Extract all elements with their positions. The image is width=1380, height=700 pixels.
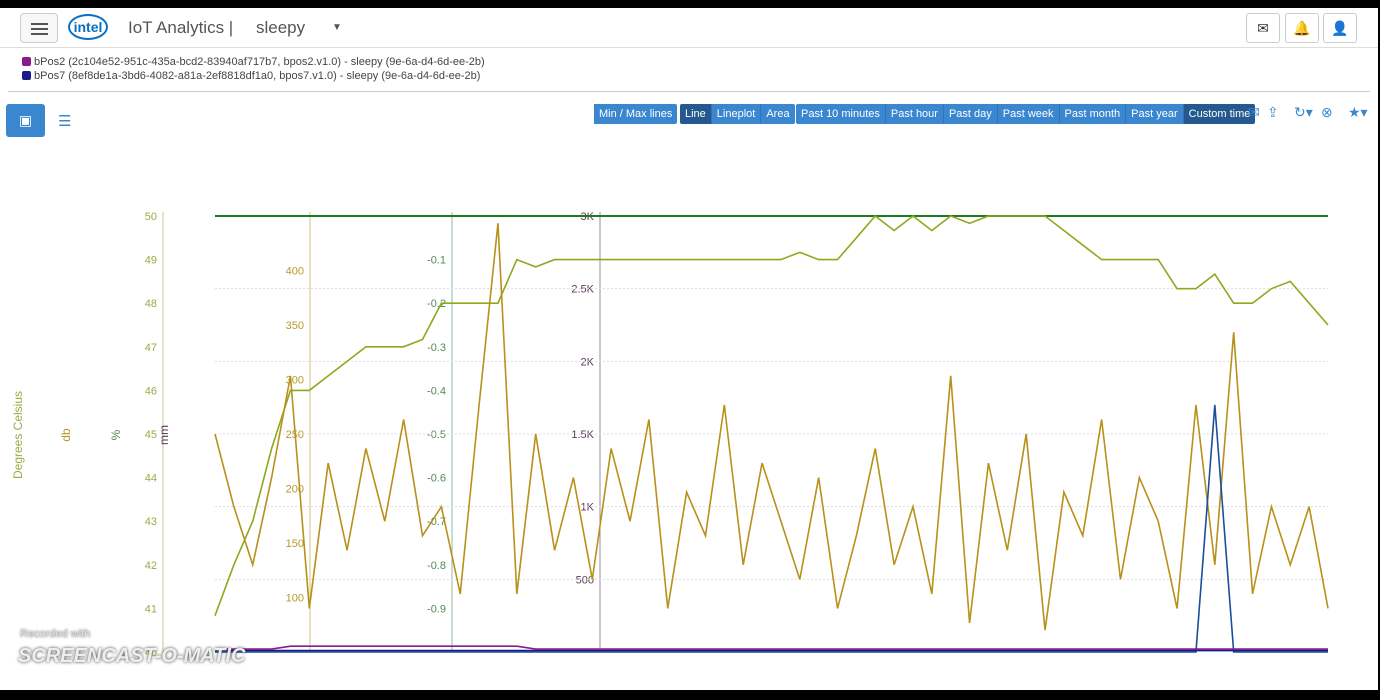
axis-title: mm xyxy=(157,425,171,445)
axis-tick-label: 400 xyxy=(286,266,304,278)
axis-tick-label: 350 xyxy=(286,320,304,332)
series-line xyxy=(214,223,1329,631)
axis-tick-label: 48 xyxy=(145,298,157,310)
axis-tick-label: 150 xyxy=(286,538,304,550)
axis-tick-label: 100 xyxy=(286,593,304,605)
axis-tick-label: -0.1 xyxy=(427,255,446,267)
axis-tick-label: 200 xyxy=(286,484,304,496)
axis-tick-label: 1K xyxy=(581,502,595,514)
axis-tick-label: -0.2 xyxy=(427,298,446,310)
series-line xyxy=(215,404,1328,653)
axis-tick-label: -0.4 xyxy=(427,385,446,397)
axis-title: % xyxy=(109,429,123,440)
line-chart: 4041424344454647484950Degrees Celsius100… xyxy=(11,211,1329,659)
axis-tick-label: 46 xyxy=(145,385,157,397)
axis-tick-label: 47 xyxy=(145,342,157,354)
axis-tick-label: 45 xyxy=(145,429,157,441)
axis-tick-label: 44 xyxy=(145,473,157,485)
axis-tick-label: -0.5 xyxy=(427,429,446,441)
axis-tick-label: 49 xyxy=(145,255,157,267)
axis-tick-label: 2K xyxy=(581,356,595,368)
axis-tick-label: 2.5K xyxy=(571,284,594,296)
watermark-text: Recorded with xyxy=(20,628,91,640)
axis-tick-label: -0.9 xyxy=(427,603,446,615)
axis-tick-label: 42 xyxy=(145,560,157,572)
axis-tick-label: -0.3 xyxy=(427,342,446,354)
axis-tick-label: -0.8 xyxy=(427,560,446,572)
axis-tick-label: 1.5K xyxy=(571,429,594,441)
axis-tick-label: 50 xyxy=(145,211,157,223)
series-line xyxy=(214,214,1329,616)
axis-tick-label: 41 xyxy=(145,603,157,615)
axis-tick-label: 43 xyxy=(145,516,157,528)
axis-title: db xyxy=(59,428,73,442)
axis-title: Degrees Celsius xyxy=(11,391,25,479)
axis-tick-label: -0.6 xyxy=(427,473,446,485)
series-line xyxy=(215,645,1328,650)
watermark-logo: SCREENCAST-O-MATIC xyxy=(18,645,246,667)
